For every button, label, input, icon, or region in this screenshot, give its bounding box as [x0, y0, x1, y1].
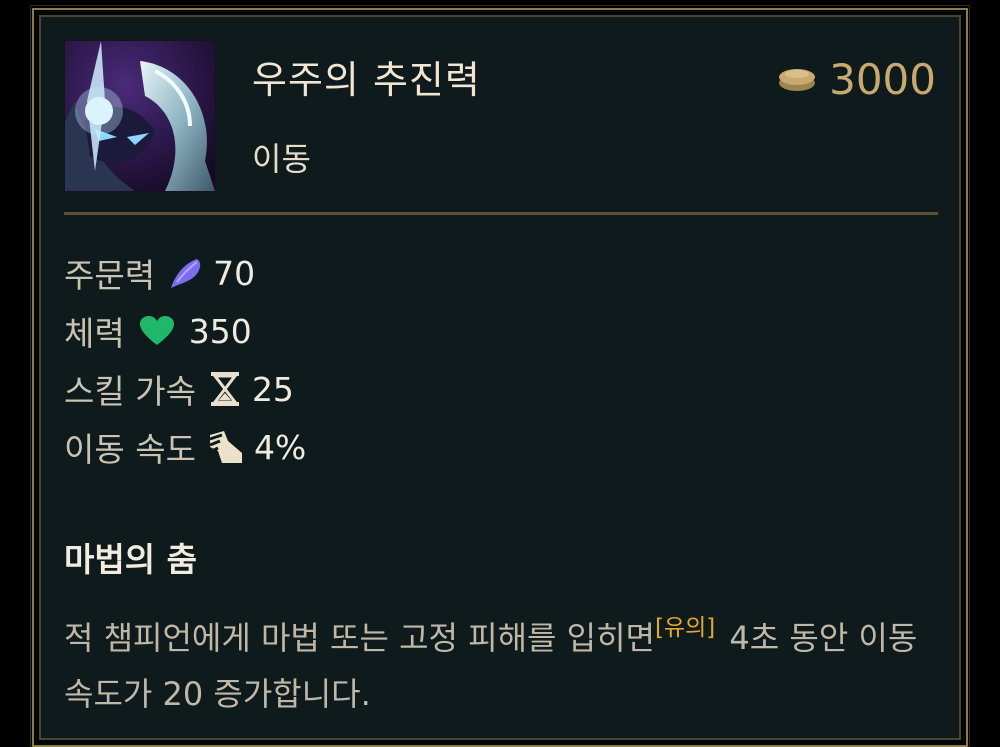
note-link[interactable]: [유의] — [655, 615, 715, 641]
ability-power-icon — [167, 256, 203, 290]
stat-movement-speed: 이동 속도 4% — [64, 418, 306, 476]
passive-title: 마법의 춤 — [64, 540, 197, 579]
stat-value: 70 — [213, 253, 256, 293]
stat-ability-haste: 스킬 가속 25 — [64, 360, 306, 418]
passive-description: 적 챔피언에게 마법 또는 고정 피해를 입히면[유의] 4초 동안 이동 속도… — [64, 600, 944, 722]
stat-label: 스킬 가속 — [64, 372, 196, 411]
stat-label: 주문력 — [64, 256, 156, 295]
stats-list: 주문력 70 체력 350 스킬 가속 25 이동 속도 4% — [64, 244, 306, 476]
stat-health: 체력 350 — [64, 302, 306, 360]
movement-speed-boot-icon — [208, 429, 244, 465]
stat-value: 350 — [188, 311, 252, 351]
item-tooltip: 우주의 추진력 이동 3000 주문력 70 체력 350 스킬 가속 25 이… — [32, 8, 968, 747]
stat-ability-power: 주문력 70 — [64, 244, 306, 302]
header-divider — [64, 212, 938, 215]
gold-coins-icon — [777, 63, 817, 97]
stat-value: 4% — [253, 427, 307, 467]
ability-haste-hourglass-icon — [208, 371, 242, 407]
item-cost-value: 3000 — [829, 55, 936, 104]
stat-label: 체력 — [64, 314, 125, 353]
item-cost: 3000 — [777, 56, 936, 104]
passive-desc-text: 적 챔피언에게 마법 또는 고정 피해를 입히면 — [64, 619, 655, 657]
cosmic-drive-icon — [64, 40, 216, 192]
stat-value: 25 — [251, 369, 294, 409]
item-name: 우주의 추진력 — [252, 58, 481, 102]
item-category: 이동 — [252, 140, 311, 178]
stat-label: 이동 속도 — [64, 430, 196, 469]
health-heart-icon — [139, 315, 175, 347]
